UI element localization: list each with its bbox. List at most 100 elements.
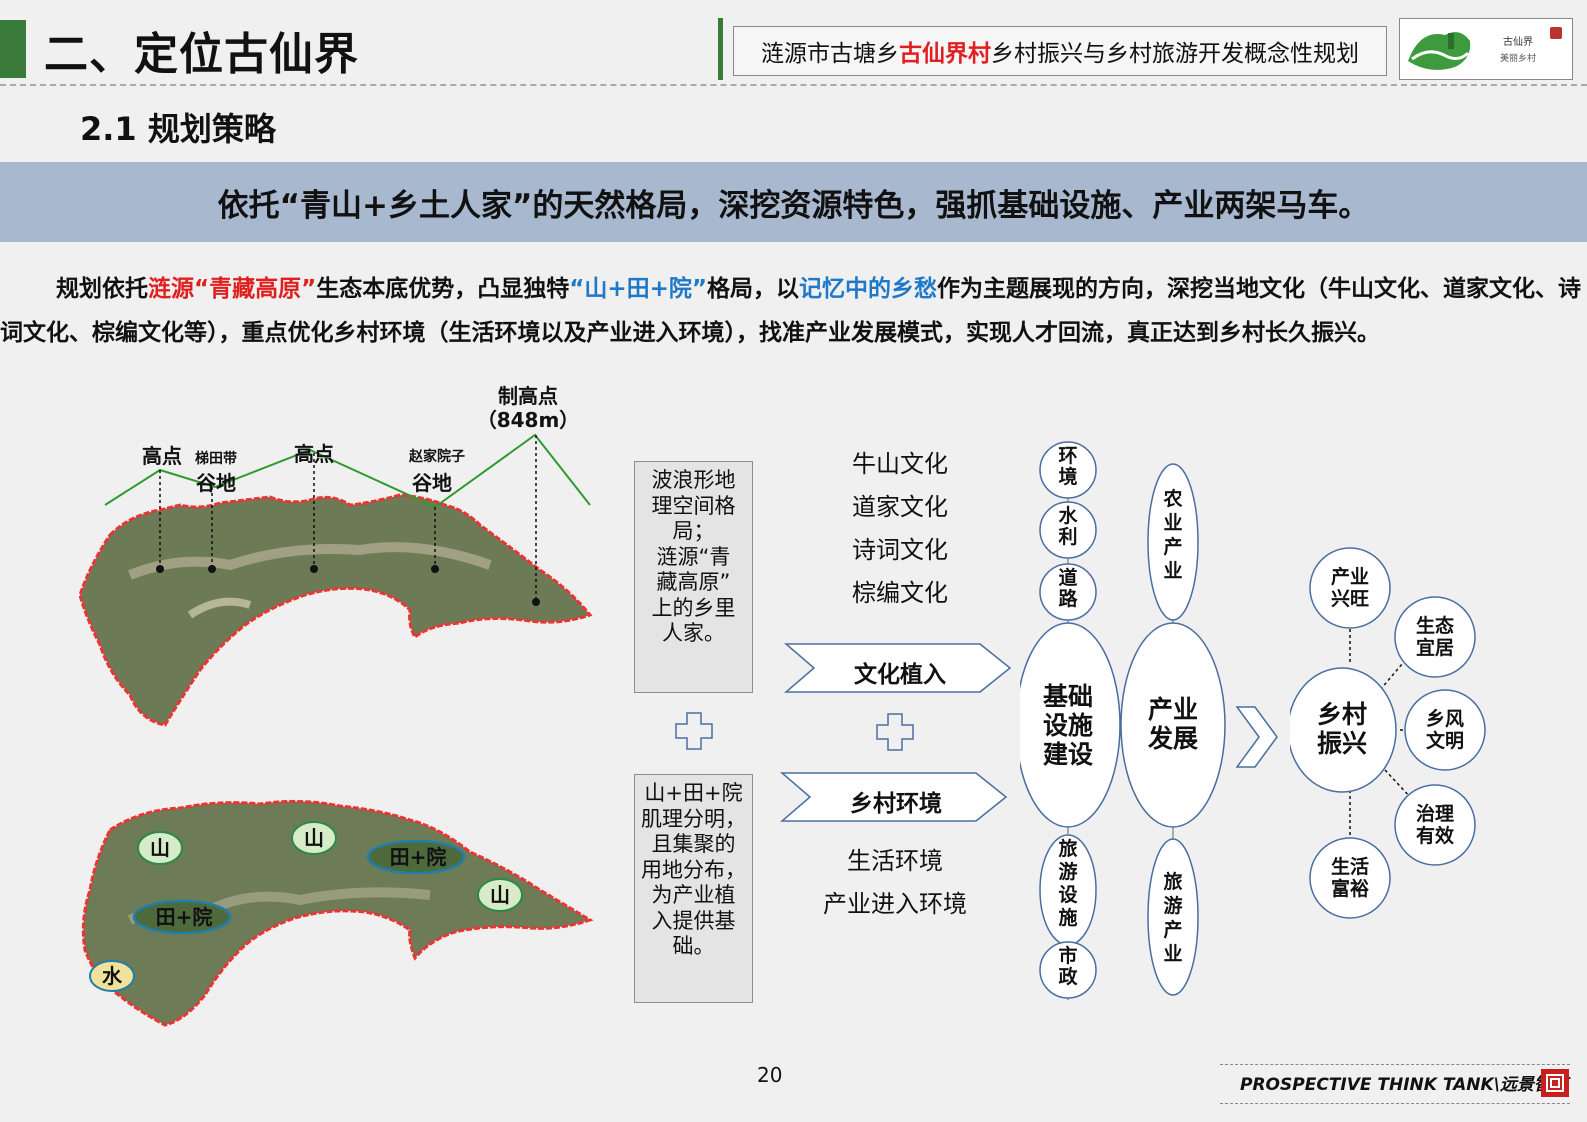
subsection-title: 2.1 规划策略 [80,110,276,148]
infra-item-char: 路 [1058,587,1078,610]
revitalize-item: 治理 [1416,802,1454,825]
terrain-label: 赵家院子 [408,448,465,465]
box-line: 山+田+院 [644,781,743,805]
infra-item-char: 游 [1058,860,1077,883]
header-rule [0,84,1587,86]
revitalize-item: 生态 [1416,614,1454,637]
intro-highlight-red: 涟源“青藏高原” [148,276,317,302]
map-tag: 田+院 [156,905,213,929]
map-tag: 水 [102,964,123,988]
box-line: 为产业植 [651,883,736,907]
environment-list: 生活环境 产业进入环境 [800,840,990,926]
banner-text: 依托“青山+乡土人家”的天然格局，深挖资源特色，强抓基础设施、产业两架马车。 [217,187,1370,224]
industry-item-char: 农 [1162,487,1182,510]
project-title-highlight: 古仙界村 [899,41,991,67]
footer-rule-top [1220,1064,1570,1065]
map-region-top [78,493,593,727]
brand-seal-icon [1541,1069,1569,1097]
terrain-label: 高点 [142,444,182,468]
header-divider [718,18,723,80]
infra-item-char: 市 [1058,944,1077,967]
infra-item-char: 境 [1058,465,1077,488]
header-accent-bar [0,20,26,78]
intro-text-3: 格局，以 [707,276,800,302]
culture-list: 牛山文化 道家文化 诗词文化 棕编文化 [820,443,980,615]
box-line: 局； [672,519,715,543]
infra-item-char: 政 [1058,965,1078,988]
box-line: 藏高原” [656,570,731,594]
terrain-label: 谷地 [196,471,236,495]
infra-center-label: 建设 [1043,740,1093,769]
intro-highlight-blue-2: 记忆中的乡愁 [799,276,938,302]
infra-item-char: 施 [1058,906,1077,929]
terrain-label: 梯田带 [195,450,237,467]
terrain-label: 高点 [294,442,334,466]
industry-item-char: 业 [1163,512,1182,534]
revitalize-center-label: 乡村 [1317,700,1367,729]
map-tag: 山 [304,826,324,850]
footer-brand: PROSPECTIVE THINK TANK\远景智库 [1240,1075,1568,1095]
culture-item: 诗词文化 [852,536,948,564]
map-tag: 田+院 [390,845,447,869]
infra-item-char: 利 [1058,526,1077,548]
industry-item-char: 业 [1163,560,1182,582]
description-box-terrain: 波浪形地 理空间格 局； 涟源“青 藏高原” 上的乡里 人家。 [634,461,753,693]
industry-item-char: 旅 [1163,870,1182,893]
box-line: 理空间格 [651,493,736,518]
logo-text-1: 古仙界 [1503,35,1533,48]
village-logo: 古仙界 美丽乡村 [1399,18,1573,80]
plus-icon [675,712,713,750]
industry-center-label: 发展 [1147,724,1198,753]
intro-highlight-blue-1: “山+田+院” [569,276,708,302]
intro-paragraph: 规划依托涟源“青藏高原”生态本底优势，凸显独特“山+田+院”格局，以记忆中的乡愁… [0,267,1587,355]
revitalize-item: 文明 [1426,729,1464,752]
arrow-right-icon [1235,706,1278,768]
map-tag: 山 [150,836,170,860]
box-line: 且集聚的 [651,832,736,856]
terrain-label: 谷地 [412,471,452,495]
revitalize-item: 富裕 [1331,877,1369,900]
footer-rule-bottom [1220,1103,1570,1104]
box-line: 涟源“青 [656,544,731,569]
strategy-banner: 依托“青山+乡土人家”的天然格局，深挖资源特色，强抓基础设施、产业两架马车。 [0,162,1587,242]
industry-center-label: 产业 [1148,695,1198,724]
project-title-box: 涟源市古塘乡 古仙界村 乡村振兴与乡村旅游开发概念性规划 [733,26,1387,76]
project-title-pre: 涟源市古塘乡 [761,41,899,67]
box-line: 人家。 [662,621,725,645]
culture-item: 棕编文化 [852,579,948,607]
land-use-map: 山 山 田+院 山 田+院 水 [81,799,594,1027]
box-line: 用地分布， [641,857,746,882]
culture-item: 牛山文化 [852,450,948,478]
intro-text-1: 规划依托 [56,276,148,302]
infra-item-char: 设 [1058,884,1077,906]
plus-icon [876,713,914,751]
logo-icon: 古仙界 美丽乡村 [1408,27,1562,70]
box-line: 波浪形地 [651,468,736,492]
page-number: 20 [757,1063,783,1087]
intro-text-2: 生态本底优势，凸显独特 [316,276,570,302]
chevron-environment-label: 乡村环境 [850,791,942,817]
terrain-profile-map: 高点 梯田带 谷地 高点 赵家院子 谷地 制高点 （848m） [78,384,593,727]
infra-center-label: 基础 [1043,682,1093,711]
infra-item-char: 水 [1058,505,1078,527]
industry-item-char: 产 [1163,918,1182,941]
box-line: 上的乡里 [651,595,736,620]
revitalize-item: 乡风 [1426,708,1464,730]
box-line: 入提供基 [651,908,736,933]
industry-item-char: 产 [1163,535,1182,558]
box-line: 础。 [672,934,715,958]
environment-item: 产业进入环境 [823,890,967,918]
infrastructure-industry-diagram: 环 境 水 利 道 路 旅 游 设 施 市 政 农 业 产 业 旅 游 产 业 … [1020,441,1226,1000]
infra-center-label: 设施 [1043,711,1093,740]
culture-item: 道家文化 [852,493,948,521]
box-line: 肌理分明， [641,806,746,831]
project-title-post: 乡村振兴与乡村旅游开发概念性规划 [991,41,1359,67]
infra-item-char: 环 [1058,445,1077,467]
terrain-label: （848m） [477,408,580,432]
revitalize-item: 有效 [1416,824,1454,847]
chevron-culture-label: 文化植入 [854,662,946,688]
terrain-label: 制高点 [498,384,558,408]
revitalize-item: 生活 [1331,855,1369,878]
revitalize-item: 兴旺 [1331,588,1369,610]
environment-item: 生活环境 [847,847,943,875]
